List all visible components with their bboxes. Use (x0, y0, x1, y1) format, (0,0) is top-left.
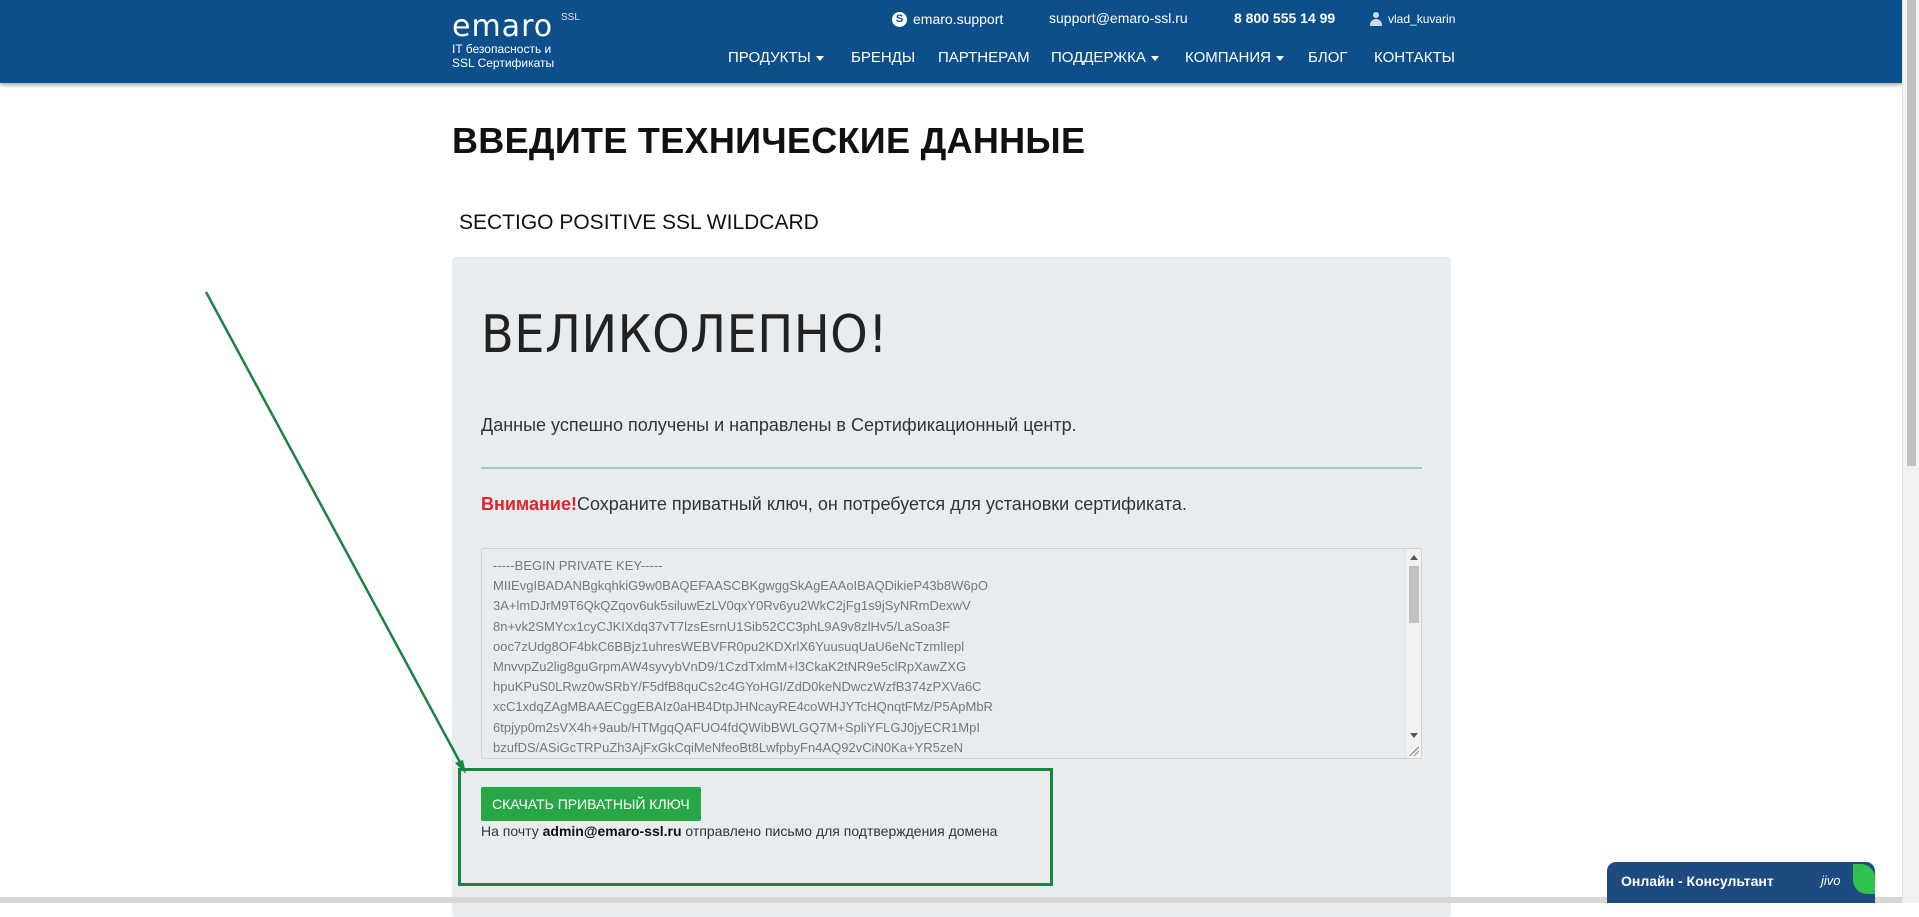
nav-item-label: ПАРТНЕРАМ (938, 49, 1030, 66)
warning-label: Внимание! (481, 494, 577, 514)
nav-item-products[interactable]: ПРОДУКТЫ (728, 49, 824, 66)
download-private-key-button[interactable]: СКАЧАТЬ ПРИВАТНЫЙ КЛЮЧ (481, 787, 701, 821)
mail-confirmation-note: На почту admin@emaro-ssl.ru отправлено п… (481, 823, 997, 839)
annotation-arrow-line (204, 291, 464, 767)
nav-item-label: ПОДДЕРЖКА (1051, 49, 1146, 66)
nav-item-label: КОНТАКТЫ (1374, 49, 1455, 66)
skype-icon: S (892, 11, 907, 27)
private-key-text[interactable]: -----BEGIN PRIVATE KEY----- MIIEvgIBADAN… (493, 556, 1393, 758)
user-account-link[interactable]: vlad_kuvarin (1369, 10, 1455, 28)
success-heading: ВЕЛИКОЛЕПНО! (481, 305, 888, 365)
site-header: emaro SSL IT безопасность и SSL Сертифик… (0, 0, 1902, 83)
warning-message: Внимание!Сохраните приватный ключ, он по… (481, 494, 1187, 515)
chevron-down-icon (1150, 56, 1159, 61)
textarea-scrollbar[interactable] (1405, 549, 1421, 758)
chat-leaf-icon (1853, 864, 1875, 894)
nav-item-label: ПРОДУКТЫ (728, 49, 811, 66)
support-email-link[interactable]: support@emaro-ssl.ru (1049, 10, 1188, 28)
nav-item-company[interactable]: КОМПАНИЯ (1185, 49, 1284, 66)
product-name: SECTIGO POSITIVE SSL WILDCARD (459, 211, 819, 234)
nav-item-partners[interactable]: ПАРТНЕРАМ (938, 49, 1030, 66)
logo-tagline-line-1: IT безопасность и (452, 42, 552, 56)
nav-item-blog[interactable]: БЛОГ (1308, 49, 1347, 66)
mail-address: admin@emaro-ssl.ru (542, 823, 682, 839)
skype-contact[interactable]: S emaro.support (892, 10, 1003, 28)
logo-tagline-line-2: SSL Сертификаты (452, 56, 555, 70)
resize-grip-icon[interactable] (1409, 746, 1419, 756)
logo-ssl-badge: SSL (561, 12, 580, 23)
divider (481, 467, 1422, 469)
nav-item-label: КОМПАНИЯ (1185, 49, 1271, 66)
skype-handle: emaro.support (913, 11, 1004, 27)
chat-label: Онлайн - Консультант (1621, 873, 1774, 889)
page-title: ВВЕДИТЕ ТЕХНИЧЕСКИЕ ДАННЫЕ (452, 120, 1086, 161)
chevron-down-icon (1275, 56, 1284, 61)
private-key-textarea[interactable]: -----BEGIN PRIVATE KEY----- MIIEvgIBADAN… (481, 548, 1422, 759)
page-scroll-thumb[interactable] (1907, 0, 1916, 466)
nav-item-label: БЛОГ (1308, 49, 1348, 66)
jivo-logo-icon: jivo (1821, 873, 1841, 888)
username: vlad_kuvarin (1388, 12, 1456, 26)
scroll-up-icon[interactable] (1410, 555, 1418, 560)
nav-item-label: БРЕНДЫ (851, 49, 916, 66)
chevron-down-icon (815, 56, 824, 61)
nav-item-contacts[interactable]: КОНТАКТЫ (1374, 49, 1455, 66)
user-icon (1369, 12, 1383, 26)
warning-text: Сохраните приватный ключ, он потребуется… (576, 494, 1187, 514)
site-logo[interactable]: emaro SSL IT безопасность и SSL Сертифик… (452, 12, 592, 71)
nav-item-support[interactable]: ПОДДЕРЖКА (1051, 49, 1159, 66)
mail-prefix: На почту (481, 823, 539, 839)
support-phone-link[interactable]: 8 800 555 14 99 (1234, 10, 1335, 28)
mail-suffix: отправлено письмо для подтверждения доме… (685, 823, 998, 839)
scroll-thumb[interactable] (1409, 566, 1419, 623)
nav-item-brands[interactable]: БРЕНДЫ (851, 49, 915, 66)
scroll-down-icon[interactable] (1410, 733, 1418, 738)
success-message: Данные успешно получены и направлены в С… (481, 415, 1077, 435)
page-scrollbar[interactable] (1902, 0, 1919, 903)
online-chat-widget[interactable]: Онлайн - Консультант jivo (1607, 862, 1875, 903)
